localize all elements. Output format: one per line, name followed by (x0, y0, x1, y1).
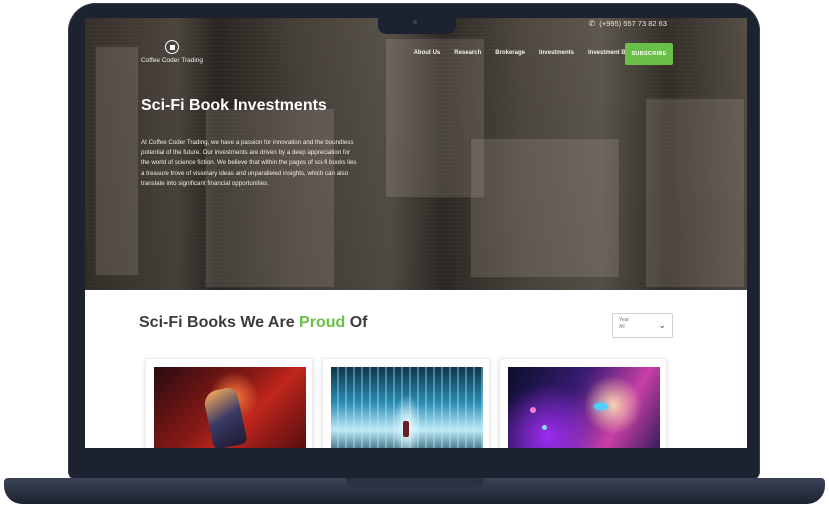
book-page-bg (470, 138, 620, 278)
browser-viewport: ✆ (+995) 557 73 82 63 Coffee Coder Tradi… (85, 18, 747, 448)
section-title: Sci-Fi Books We Are Proud Of (139, 314, 367, 332)
bokeh-light (542, 425, 547, 430)
face-eye (594, 403, 608, 410)
book-card[interactable] (499, 358, 667, 448)
book-cover-image (331, 367, 483, 448)
section-title-end: Of (345, 314, 368, 331)
nav-item-brokerage[interactable]: Brokerage (495, 50, 525, 56)
book-card[interactable] (322, 358, 490, 448)
section-title-start: Sci-Fi Books We Are (139, 314, 300, 331)
main-nav: About Us Research Brokerage Investments … (414, 50, 645, 56)
year-filter-select[interactable]: Year All ⌄ (612, 313, 673, 338)
book-page-bg (95, 46, 139, 276)
logo-mark-icon (165, 40, 179, 54)
camera-notch (378, 18, 456, 34)
phone-number: (+995) 557 73 82 63 (599, 19, 667, 28)
brand-name: Coffee Coder Trading (140, 57, 204, 64)
bokeh-light (530, 407, 536, 413)
tunnel-figure (403, 421, 409, 437)
robot-figure (202, 386, 248, 448)
nav-item-research[interactable]: Research (454, 50, 481, 56)
brand-logo[interactable]: Coffee Coder Trading (140, 40, 204, 64)
camera-icon (413, 20, 417, 24)
hero-section: ✆ (+995) 557 73 82 63 Coffee Coder Tradi… (85, 18, 747, 290)
subscribe-button[interactable]: SUBSCRIBE (625, 43, 673, 65)
laptop-base-notch (346, 478, 484, 487)
book-page-bg (645, 98, 745, 288)
nav-item-about-us[interactable]: About Us (414, 50, 441, 56)
hero-description: At Coffee Coder Trading, we have a passi… (141, 139, 357, 187)
book-cover-image (508, 367, 660, 448)
chevron-down-icon: ⌄ (658, 320, 666, 330)
phone-contact[interactable]: ✆ (+995) 557 73 82 63 (589, 19, 667, 28)
book-card[interactable] (145, 358, 313, 448)
phone-icon: ✆ (588, 19, 596, 28)
nav-item-investments[interactable]: Investments (539, 50, 574, 56)
hero-title: Sci-Fi Book Investments (141, 97, 327, 114)
section-title-accent: Proud (299, 314, 346, 331)
book-page-bg (205, 108, 335, 288)
book-cover-image (154, 367, 306, 448)
